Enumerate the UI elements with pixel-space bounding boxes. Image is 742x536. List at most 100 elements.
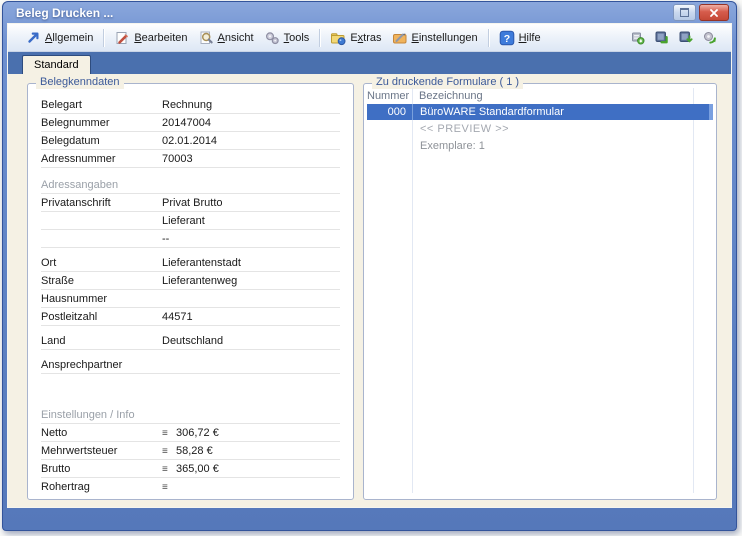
sum-icon: ≡ — [162, 482, 168, 493]
toolbar-right-icons — [630, 30, 721, 45]
field-label: Adressnummer — [41, 153, 116, 165]
menu-allgemein[interactable]: Allgemein — [20, 28, 98, 48]
field-label: Ort — [41, 257, 57, 269]
form-row: Brutto ≡ 365,00 € — [41, 460, 340, 478]
gears-icon — [264, 30, 280, 46]
field-value: Privat Brutto — [162, 197, 223, 209]
field-value: 365,00 € — [176, 463, 219, 475]
field-value: 306,72 € — [176, 427, 219, 439]
field-value: Lieferantenweg — [162, 275, 238, 287]
field-label: Brutto — [41, 463, 71, 475]
menu-separator — [319, 28, 321, 47]
cell-bezeichnung: BüroWARE Standardformular — [412, 104, 713, 120]
window-body: Allgemein Bearbeiten Ansicht Tools Extras Ein… — [7, 23, 732, 508]
sum-icon: ≡ — [162, 464, 168, 475]
field-label: Mehrwertsteuer — [41, 445, 118, 457]
restore-icon — [680, 8, 689, 17]
arrow-up-right-icon — [25, 30, 41, 46]
field-label: Einstellungen / Info — [41, 409, 135, 421]
menu-ansicht[interactable]: Ansicht — [193, 28, 259, 48]
table-row[interactable]: 000 BüroWARE Standardformular — [367, 104, 713, 120]
tab-strip: Standard — [8, 52, 731, 74]
close-icon — [710, 8, 718, 17]
menu-separator — [103, 28, 105, 47]
form-section-row: Einstellungen / Info — [41, 406, 340, 424]
field-label: Rohertrag — [41, 481, 90, 493]
form-row: Lieferant — [41, 212, 340, 230]
copies-label: Exemplare: 1 — [420, 139, 485, 152]
form-section-row: Adressangaben — [41, 176, 340, 194]
field-value: 58,28 € — [176, 445, 213, 457]
menu-label-extras: Extras — [350, 31, 382, 44]
import-icon[interactable] — [678, 30, 693, 45]
export-icon[interactable] — [654, 30, 669, 45]
menu-hilfe[interactable]: ? Hilfe — [494, 28, 546, 48]
restore-button[interactable] — [673, 4, 696, 21]
folder-ball-icon — [330, 30, 346, 46]
field-value: Rechnung — [162, 99, 213, 111]
menu-separator — [487, 28, 489, 47]
magnifier-icon — [198, 30, 214, 46]
refresh-icon[interactable] — [702, 30, 717, 45]
document-data-form: Belegart Rechnung Belegnummer 20147004 Beleg… — [28, 96, 353, 493]
printer-icon[interactable] — [630, 30, 645, 45]
notes-pencil-icon — [392, 30, 408, 46]
field-label: Postleitzahl — [41, 311, 98, 323]
toolbar: Allgemein Bearbeiten Ansicht Tools Extras Ein… — [8, 24, 731, 52]
copies-line: Exemplare: 1 — [367, 137, 713, 154]
form-spacer — [28, 374, 353, 406]
menu-bearbeiten[interactable]: Bearbeiten — [109, 28, 192, 48]
form-row: Ansprechpartner — [41, 356, 340, 374]
form-row: Land Deutschland — [41, 332, 340, 350]
field-label: Adressangaben — [41, 179, 119, 191]
field-label: Belegdatum — [41, 135, 100, 147]
close-button[interactable] — [699, 4, 729, 21]
form-row: Belegdatum 02.01.2014 — [41, 132, 340, 150]
menu-label-hilfe: Hilfe — [518, 31, 541, 44]
form-row: Mehrwertsteuer ≡ 58,28 € — [41, 442, 340, 460]
field-value: Deutschland — [162, 335, 224, 347]
field-label: Belegart — [41, 99, 82, 111]
column-header-nummer: Nummer — [367, 90, 410, 102]
print-forms-panel: Zu druckende Formulare ( 1 ) Nummer Beze… — [363, 76, 717, 500]
svg-text:?: ? — [503, 33, 509, 45]
sum-icon: ≡ — [162, 446, 168, 457]
menu-einstellungen[interactable]: Einstellungen — [387, 28, 483, 48]
menu-tools[interactable]: Tools — [259, 28, 315, 48]
document-data-panel-title: Belegkenndaten — [36, 76, 124, 89]
field-value: Lieferantenstadt — [162, 257, 241, 269]
form-row: Belegart Rechnung — [41, 96, 340, 114]
table-header: Nummer Bezeichnung — [367, 88, 713, 104]
field-label: Hausnummer — [41, 293, 108, 305]
field-label: Ansprechpartner — [41, 359, 123, 371]
field-value: Lieferant — [162, 215, 205, 227]
edit-page-icon — [114, 30, 130, 46]
form-row: Straße Lieferantenweg — [41, 272, 340, 290]
field-value: 02.01.2014 — [162, 135, 218, 147]
form-row: Ort Lieferantenstadt — [41, 254, 340, 272]
menu-label-tools: Tools — [283, 31, 310, 44]
form-row: Hausnummer — [41, 290, 340, 308]
form-row: Rohertrag ≡ — [41, 478, 340, 493]
tab-standard[interactable]: Standard — [22, 55, 91, 74]
form-spacer — [28, 168, 353, 176]
dialog-window: Beleg Drucken ... Allgemein Bearbeiten Ans… — [2, 1, 737, 531]
window-title: Beleg Drucken ... — [16, 5, 114, 20]
content-area: Belegkenndaten Belegart Rechnung Belegnumm… — [8, 74, 731, 507]
field-label: Belegnummer — [41, 117, 110, 129]
selection-edge — [709, 104, 713, 120]
form-row: Netto ≡ 306,72 € — [41, 424, 340, 442]
table-right-edge-line — [693, 88, 694, 493]
form-row: Postleitzahl 44571 — [41, 308, 340, 326]
preview-line: << PREVIEW >> — [367, 120, 713, 137]
menu-label-einstellungen: Einstellungen — [411, 31, 478, 44]
menu-extras[interactable]: Extras — [325, 28, 386, 48]
menu-label-ansicht: Ansicht — [217, 31, 254, 44]
column-divider-line — [412, 88, 413, 493]
print-forms-table: Nummer Bezeichnung 000 BüroWARE Standardf… — [367, 88, 713, 493]
form-row: -- — [41, 230, 340, 248]
field-label: Land — [41, 335, 66, 347]
form-row: Adressnummer 70003 — [41, 150, 340, 168]
title-bar[interactable]: Beleg Drucken ... — [3, 2, 736, 23]
help-icon: ? — [499, 30, 515, 46]
